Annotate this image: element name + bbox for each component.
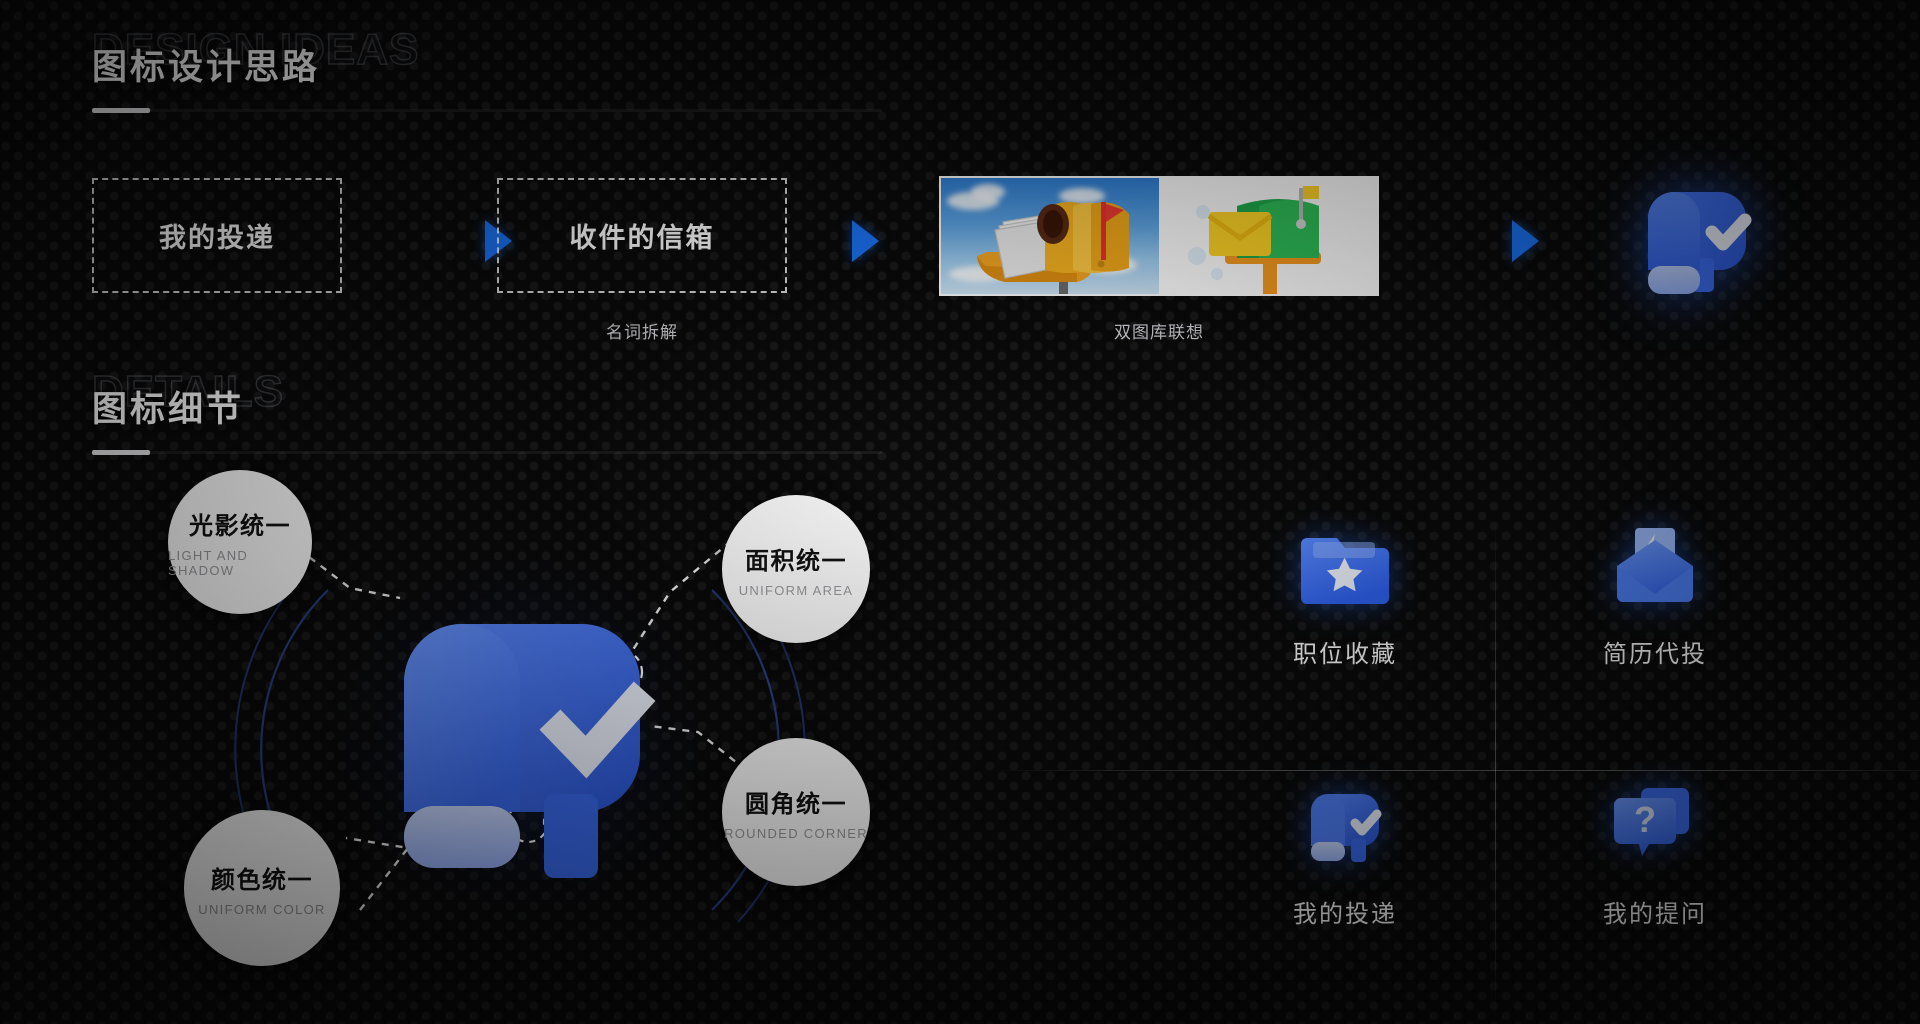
result-mailbox-check-icon [1622, 166, 1772, 316]
icon-showcase-grid: 职位收藏 简历代投 我的投递 ? 我的提问 [985, 520, 1920, 1020]
grid-item-my-applications[interactable]: 我的投递 [1195, 780, 1495, 1020]
reference-image-pair [939, 176, 1379, 296]
grid-item-job-favorites[interactable]: 职位收藏 [1195, 520, 1495, 760]
grid-item-label: 简历代投 [1603, 641, 1707, 668]
section-divider [92, 108, 882, 113]
annotation-cn-label: 圆角统一 [745, 790, 847, 818]
folder-star-icon [1299, 520, 1391, 612]
grid-item-label: 职位收藏 [1293, 641, 1397, 668]
design-ideas-row: 我的投递 收件的信箱 名词拆解 双图库联想 [92, 176, 1782, 342]
reference-caption: 双图库联想 [1114, 323, 1204, 342]
icon-details-diagram: 光影统一 LIGHT AND SHADOW 面积统一 UNIFORM AREA … [150, 470, 970, 1010]
mailbox-check-icon [1299, 780, 1391, 872]
annotation-bubble-rounded-corner: 圆角统一 ROUNDED CORNER [722, 738, 870, 886]
annotation-bubble-light-and-shadow: 光影统一 LIGHT AND SHADOW [168, 470, 312, 614]
annotation-cn-label: 光影统一 [189, 513, 291, 540]
idea-step-1: 我的投递 [92, 178, 342, 293]
annotation-cn-label: 颜色统一 [211, 866, 313, 894]
annotation-cn-label: 面积统一 [745, 547, 847, 575]
chat-question-icon: ? [1609, 780, 1701, 872]
idea-step-2-caption: 名词拆解 [606, 323, 678, 342]
photo-mailbox-yellow [941, 178, 1159, 294]
annotation-bubble-uniform-area: 面积统一 UNIFORM AREA [722, 495, 870, 643]
svg-text:?: ? [1634, 799, 1656, 840]
center-mailbox-check-icon [378, 598, 668, 888]
idea-step-1-label: 我的投递 [159, 223, 275, 253]
grid-item-label: 我的提问 [1603, 901, 1707, 928]
section-divider [92, 450, 882, 455]
annotation-en-label: UNIFORM AREA [738, 582, 854, 598]
idea-step-2-label: 收件的信箱 [569, 223, 715, 253]
grid-item-label: 我的投递 [1293, 901, 1397, 928]
grid-horizontal-divider [985, 770, 1920, 771]
section-header-design-ideas: DESIGN IDEAS 图标设计思路 [91, 27, 882, 113]
section-header-details: DETAILS 图标细节 [91, 369, 882, 455]
envelope-bolt-icon [1609, 520, 1701, 612]
arrow-right-icon-2 [852, 220, 879, 262]
annotation-bubble-uniform-color: 颜色统一 UNIFORM COLOR [184, 810, 340, 966]
annotation-en-label: LIGHT AND SHADOW [168, 548, 249, 578]
idea-step-2: 收件的信箱 [497, 178, 787, 293]
section-title: 图标细节 [92, 390, 245, 429]
annotation-en-label: UNIFORM COLOR [198, 901, 326, 917]
annotation-en-label: ROUNDED CORNER [724, 825, 868, 841]
section-title: 图标设计思路 [92, 48, 321, 87]
flat-mailbox-green [1159, 178, 1377, 294]
arrow-right-icon-3 [1512, 220, 1539, 262]
grid-item-resume-delivery[interactable]: 简历代投 [1505, 520, 1805, 760]
grid-item-my-questions[interactable]: ? 我的提问 [1505, 780, 1805, 1020]
